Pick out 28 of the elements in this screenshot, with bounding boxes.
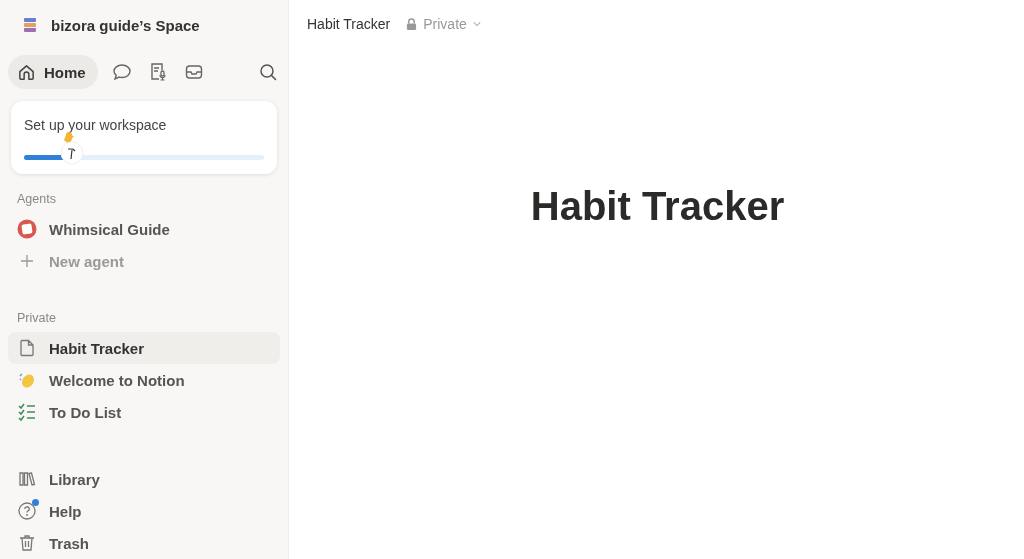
page-item[interactable]: To Do List (8, 396, 280, 428)
page-icon (17, 338, 37, 358)
books-icon (22, 17, 38, 33)
footer-item[interactable]: Library (8, 463, 280, 495)
footer-label: Library (49, 470, 100, 488)
trash-icon (17, 533, 37, 553)
checklist-icon (17, 402, 37, 422)
page-item[interactable]: Habit Tracker (8, 332, 280, 364)
lock-icon (406, 17, 418, 31)
setup-card[interactable]: Set up your workspace (11, 101, 277, 174)
footer-item[interactable]: Trash (8, 527, 280, 559)
workspace-name[interactable]: bizora guide’s Space (51, 16, 200, 34)
library-icon (17, 469, 37, 489)
home-icon (17, 62, 36, 82)
setup-title: Set up your workspace (24, 117, 168, 133)
agent-item[interactable]: Whimsical Guide (8, 213, 280, 245)
footer-label: Help (49, 502, 82, 520)
page-title[interactable]: Habit Tracker (530, 184, 785, 229)
chevron-down-icon (472, 21, 481, 27)
breadcrumb[interactable]: Habit Tracker (307, 16, 391, 32)
section-heading: Agents (16, 192, 57, 206)
footer-label: Trash (49, 534, 90, 552)
agent-avatar-icon (17, 219, 37, 239)
page-item[interactable]: Welcome to Notion (8, 364, 280, 396)
footer-item[interactable]: Help (8, 495, 280, 527)
section-heading: Private (16, 311, 57, 325)
home-tab[interactable]: Home (8, 55, 98, 89)
help-icon (17, 501, 37, 521)
